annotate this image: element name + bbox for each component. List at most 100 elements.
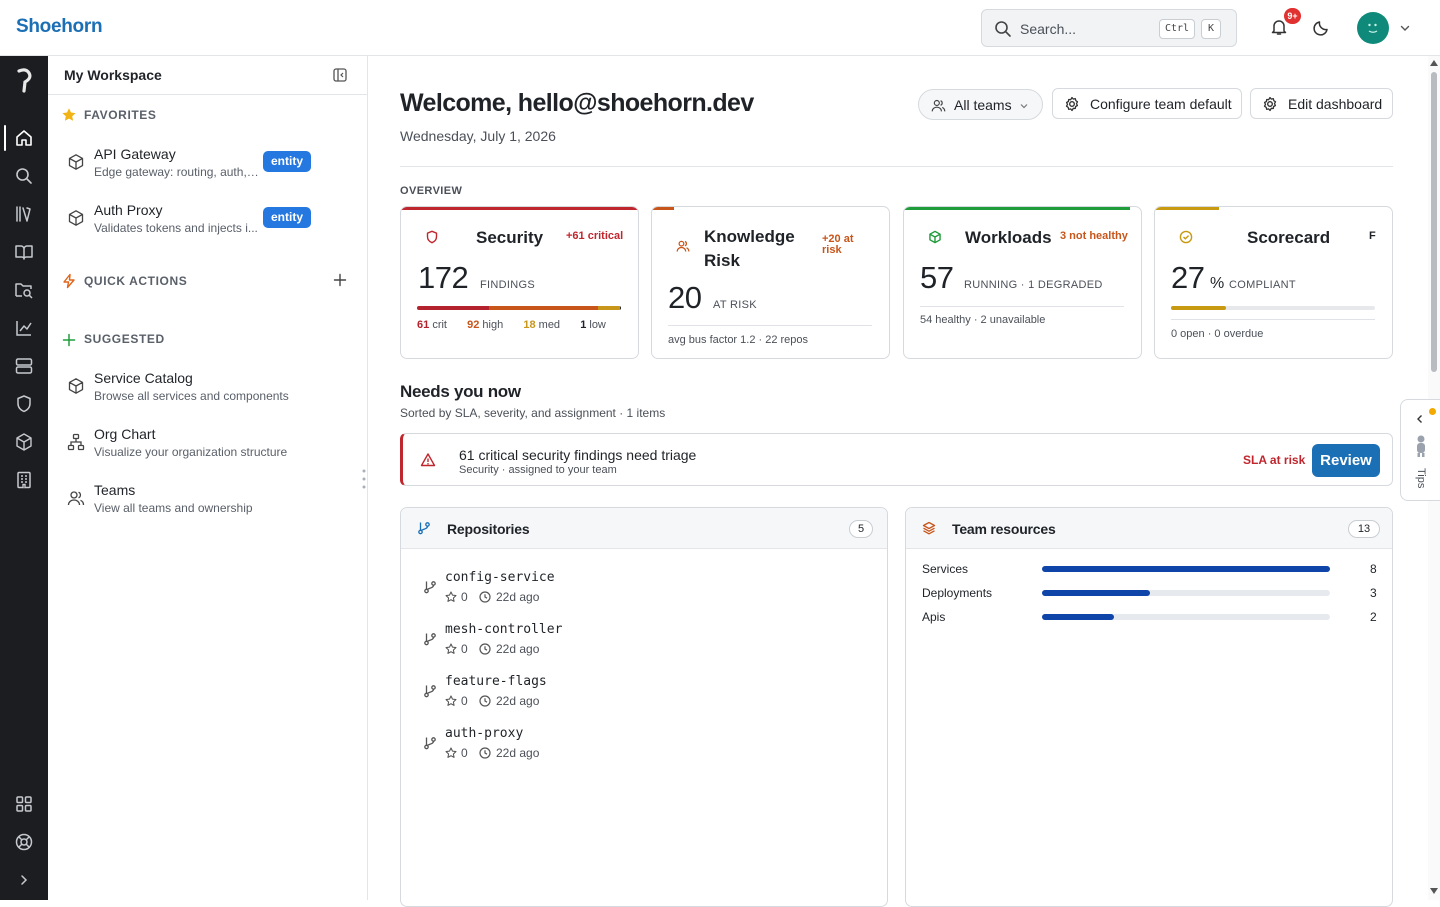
card-unit: FINDINGS	[480, 279, 535, 291]
building-icon[interactable]	[14, 470, 34, 490]
edit-dashboard-button[interactable]: Edit dashboard	[1250, 88, 1393, 119]
chevron-left-icon	[1417, 415, 1422, 423]
library-icon[interactable]	[14, 204, 34, 224]
resource-count-badge: 13	[1348, 520, 1380, 538]
git-branch-icon	[424, 633, 436, 646]
favorite-subtitle: Edge gateway: routing, auth, ...	[94, 165, 259, 179]
card-delta: 3 not healthy	[1060, 230, 1128, 242]
home-icon[interactable]	[14, 128, 34, 148]
box-icon	[68, 154, 84, 170]
git-branch-icon	[424, 581, 436, 594]
resource-label: Apis	[922, 610, 946, 624]
layers-icon	[922, 521, 936, 535]
search-icon[interactable]	[14, 166, 34, 186]
workspace-sidebar: My Workspace FAVORITES API Gateway Edge …	[48, 56, 368, 900]
tips-indicator-dot	[1429, 408, 1436, 415]
shortcut-key-ctrl: Ctrl	[1159, 19, 1195, 39]
card-footer: 54 healthy · 2 unavailable	[920, 314, 1046, 326]
panel-title: Repositories	[447, 521, 530, 537]
card-title: Scorecard	[1247, 228, 1331, 247]
user-avatar[interactable]	[1357, 12, 1389, 44]
chart-line-icon[interactable]	[14, 318, 34, 338]
severity-segment-med	[598, 306, 620, 310]
help-lifebuoy-icon[interactable]	[14, 832, 34, 852]
resource-value: 2	[1370, 610, 1377, 624]
security-card[interactable]: Security +61 critical 172 FINDINGS 61 cr…	[400, 206, 639, 359]
package-plus-icon[interactable]	[14, 432, 34, 452]
compliance-track	[1171, 306, 1375, 310]
search-box[interactable]: Search... Ctrl K	[981, 9, 1237, 47]
favorite-api-gateway[interactable]: API Gateway Edge gateway: routing, auth,…	[48, 144, 368, 188]
suggested-org-chart[interactable]: Org Chart Visualize your organization st…	[48, 424, 368, 468]
resource-row[interactable]: Apis 2	[922, 607, 1378, 627]
repo-count-badge: 5	[849, 520, 873, 538]
resource-row[interactable]: Deployments 3	[922, 583, 1378, 603]
resource-row[interactable]: Services 8	[922, 559, 1378, 579]
triage-alert[interactable]: 61 critical security findings need triag…	[400, 433, 1393, 486]
check-circle-icon	[1179, 230, 1193, 244]
card-delta: +61 critical	[566, 230, 624, 242]
panel-collapse-icon[interactable]	[333, 68, 347, 82]
suggested-teams[interactable]: Teams View all teams and ownership	[48, 480, 368, 524]
repo-name[interactable]: feature-flags	[445, 674, 547, 689]
card-accent-bar	[904, 207, 1130, 210]
favorite-title: API Gateway	[94, 146, 176, 162]
app-logo[interactable]: Shoehorn	[16, 16, 103, 38]
star-icon	[445, 591, 457, 602]
review-button[interactable]: Review	[1312, 444, 1380, 477]
tips-label: Tips	[1415, 468, 1427, 489]
repo-updated: 22d ago	[496, 746, 540, 760]
scrollbar-thumb[interactable]	[1431, 72, 1437, 372]
repo-item[interactable]: auth-proxy 0 22d ago	[423, 724, 863, 768]
book-icon[interactable]	[14, 242, 34, 262]
brand-mark-icon[interactable]	[13, 68, 35, 94]
divider	[1171, 319, 1375, 320]
repo-name[interactable]: config-service	[445, 570, 555, 585]
suggested-service-catalog[interactable]: Service Catalog Browse all services and …	[48, 368, 368, 412]
suggested-subtitle: View all teams and ownership	[94, 501, 253, 515]
add-quick-action-icon[interactable]	[333, 273, 347, 287]
severity-segment-high	[489, 306, 599, 310]
running-count: 57	[920, 260, 954, 295]
needs-subtitle: Sorted by SLA, severity, and assignment …	[400, 406, 666, 420]
repo-name[interactable]: auth-proxy	[445, 726, 523, 741]
repo-updated: 22d ago	[496, 642, 540, 656]
server-icon[interactable]	[14, 356, 34, 376]
scroll-down-icon[interactable]	[1430, 888, 1438, 894]
knowledge-risk-card[interactable]: Knowledge Risk +20 at risk 20 AT RISK av…	[651, 206, 890, 359]
divider	[400, 166, 1393, 167]
shield-icon[interactable]	[14, 394, 34, 414]
alert-title: 61 critical security findings need triag…	[459, 447, 697, 463]
at-risk-count: 20	[668, 280, 702, 315]
workloads-card[interactable]: Workloads 3 not healthy 57 RUNNING · 1 D…	[903, 206, 1142, 359]
suggested-title: Service Catalog	[94, 370, 193, 386]
repo-item[interactable]: mesh-controller 0 22d ago	[423, 620, 863, 664]
page-title: Welcome, hello@shoehorn.dev	[400, 89, 754, 117]
scroll-up-icon[interactable]	[1430, 60, 1438, 66]
configure-team-default-button[interactable]: Configure team default	[1052, 88, 1242, 119]
card-accent-bar	[652, 207, 674, 210]
severity-segment-crit	[417, 306, 490, 310]
favorite-subtitle: Validates tokens and injects i...	[94, 221, 258, 235]
card-unit: RUNNING · 1 DEGRADED	[964, 279, 1103, 291]
repo-stars: 0	[461, 590, 468, 604]
favorite-auth-proxy[interactable]: Auth Proxy Validates tokens and injects …	[48, 200, 368, 244]
main-content: Welcome, hello@shoehorn.dev Wednesday, J…	[368, 56, 1426, 907]
folder-search-icon[interactable]	[14, 280, 34, 300]
tips-tab[interactable]: Tips	[1400, 399, 1440, 501]
scorecard-grade: F	[1369, 230, 1376, 242]
repo-stars: 0	[461, 746, 468, 760]
moon-icon[interactable]	[1313, 19, 1330, 36]
repo-item[interactable]: config-service 0 22d ago	[423, 568, 863, 612]
chevron-right-icon[interactable]	[14, 870, 34, 890]
team-filter-dropdown[interactable]: All teams	[918, 89, 1043, 120]
card-title: Knowledge Risk	[704, 227, 795, 270]
favorite-title: Auth Proxy	[94, 202, 163, 218]
repo-item[interactable]: feature-flags 0 22d ago	[423, 672, 863, 716]
repo-updated: 22d ago	[496, 590, 540, 604]
resize-handle-icon[interactable]	[361, 468, 367, 490]
repo-name[interactable]: mesh-controller	[445, 622, 562, 637]
chevron-down-icon[interactable]	[1399, 22, 1411, 34]
scorecard-card[interactable]: Scorecard F 27 % COMPLIANT 0 open · 0 ov…	[1154, 206, 1393, 359]
apps-grid-icon[interactable]	[14, 794, 34, 814]
